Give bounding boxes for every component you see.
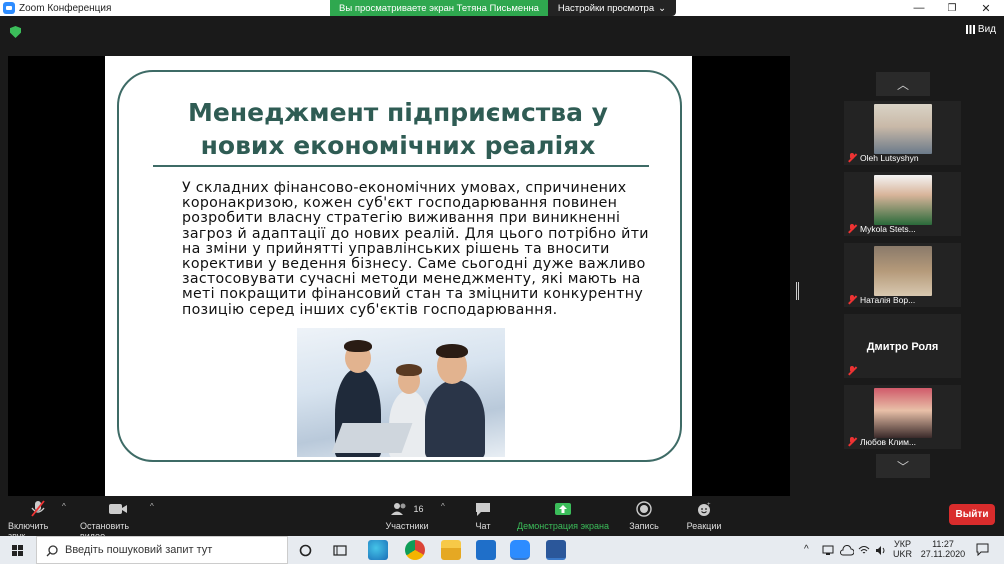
volume-icon[interactable] xyxy=(875,545,887,556)
scroll-down-button[interactable]: ﹀ xyxy=(876,454,930,478)
video-options-caret[interactable]: ^ xyxy=(150,502,154,511)
file-explorer-icon[interactable] xyxy=(441,540,461,560)
participant-tile[interactable]: Mykola Stets... xyxy=(844,172,961,236)
share-screen-button[interactable]: Демонстрация экрана xyxy=(516,500,610,531)
panel-resize-handle[interactable] xyxy=(796,282,799,300)
mic-muted-icon xyxy=(848,366,857,375)
task-view-icon[interactable] xyxy=(333,544,347,557)
participant-tile[interactable]: Любов Клим... xyxy=(844,385,961,449)
zoom-logo-icon xyxy=(3,2,15,14)
clock-date: 27.11.2020 xyxy=(920,549,966,559)
word-icon[interactable] xyxy=(546,540,566,560)
participant-photo xyxy=(874,104,932,154)
chrome-icon[interactable] xyxy=(405,540,425,560)
participant-tile[interactable]: Наталія Вор... xyxy=(844,243,961,307)
participants-button[interactable]: 16 Участники xyxy=(384,500,430,531)
mic-muted-icon xyxy=(848,153,857,162)
business-people-photo xyxy=(297,328,505,457)
store-icon[interactable] xyxy=(476,540,496,560)
zoom-window: Zoom Конференция Вы просматриваете экран… xyxy=(0,0,1004,564)
meeting-toolbar: Включить звук ^ Остановить видео ^ 16 Уч… xyxy=(0,496,1004,541)
audio-options-caret[interactable]: ^ xyxy=(62,502,66,511)
network-tray-icon[interactable] xyxy=(822,545,834,556)
smiley-icon: + xyxy=(696,500,712,518)
stop-video-button[interactable]: Остановить видео xyxy=(80,500,156,541)
edge-browser-icon[interactable] xyxy=(368,540,388,560)
participant-name: Дмитро Роля xyxy=(866,341,939,353)
unmute-button[interactable]: Включить звук xyxy=(8,500,68,541)
language-indicator[interactable]: УКР UKR xyxy=(893,539,912,559)
wifi-icon[interactable] xyxy=(858,545,870,556)
presentation-slide: Менеджмент підприємства у нових економіч… xyxy=(105,56,692,496)
chevron-up-icon: ︿ xyxy=(896,77,909,92)
chevron-down-icon: ﹀ xyxy=(896,459,909,474)
record-label: Запись xyxy=(629,521,659,531)
record-button[interactable]: Запись xyxy=(628,500,660,531)
chevron-down-icon: ⌄ xyxy=(658,2,667,14)
leave-meeting-button[interactable]: Выйти xyxy=(949,504,995,525)
windows-taskbar: Введіть пошуковий запит тут ^ УКР UKR 11… xyxy=(0,536,1004,564)
language-top: УКР xyxy=(894,539,911,549)
close-button[interactable]: ✕ xyxy=(969,0,1003,16)
screen-share-banner: Вы просматриваете экран Тетяна Письменна xyxy=(330,0,548,16)
video-camera-icon xyxy=(108,500,128,518)
view-mode-label: Вид xyxy=(977,24,996,35)
window-title: Zoom Конференция xyxy=(19,2,112,14)
participants-count: 16 xyxy=(413,504,424,514)
clock-time: 11:27 xyxy=(932,539,954,549)
participant-tile[interactable]: Oleh Lutsyshyn xyxy=(844,101,961,165)
slide-body-text: У складних фінансово-економічних умовах,… xyxy=(182,180,649,318)
chat-label: Чат xyxy=(475,521,491,531)
participants-label: Участники xyxy=(385,521,429,531)
windows-start-icon[interactable] xyxy=(12,545,23,556)
participant-name: Наталія Вор... xyxy=(860,295,916,305)
participant-name: Любов Клим... xyxy=(860,437,917,447)
participant-photo xyxy=(874,175,932,225)
mic-muted-icon xyxy=(848,295,857,304)
participant-photo xyxy=(874,246,932,296)
chat-bubble-icon xyxy=(475,500,491,518)
search-placeholder: Введіть пошуковий запит тут xyxy=(65,544,213,556)
participant-tile[interactable]: Дмитро Роля xyxy=(844,314,961,378)
share-screen-label: Демонстрация экрана xyxy=(517,521,609,531)
mic-muted-icon xyxy=(848,224,857,233)
view-options-button[interactable]: Настройки просмотра ⌄ xyxy=(548,0,676,16)
view-options-label: Настройки просмотра xyxy=(557,2,655,14)
tray-expand-icon[interactable]: ^ xyxy=(804,544,809,555)
chat-button[interactable]: Чат xyxy=(470,500,496,531)
search-icon xyxy=(46,545,58,557)
cloud-icon[interactable] xyxy=(840,545,854,556)
participants-icon: 16 xyxy=(390,500,424,518)
slide-title: Менеджмент підприємства у нових економіч… xyxy=(188,98,608,160)
zoom-taskbar-icon[interactable] xyxy=(510,540,530,560)
maximize-button[interactable]: ❐ xyxy=(935,0,969,16)
participant-photo xyxy=(874,388,932,438)
grid-icon xyxy=(965,25,975,34)
participants-options-caret[interactable]: ^ xyxy=(441,502,445,511)
participant-name: Mykola Stets... xyxy=(860,224,916,234)
security-shield-icon[interactable] xyxy=(10,26,21,38)
participant-name: Oleh Lutsyshyn xyxy=(860,153,919,163)
reactions-button[interactable]: + Реакции xyxy=(684,500,724,531)
title-divider xyxy=(153,165,649,167)
minimize-button[interactable]: — xyxy=(902,0,936,16)
mic-off-icon xyxy=(30,500,46,518)
record-icon xyxy=(636,500,652,518)
taskbar-search-box[interactable]: Введіть пошуковий запит тут xyxy=(36,536,288,564)
clock[interactable]: 11:27 27.11.2020 xyxy=(919,539,967,559)
mic-muted-icon xyxy=(848,437,857,446)
language-bottom: UKR xyxy=(893,549,913,559)
cortana-icon[interactable] xyxy=(299,544,312,557)
notifications-icon[interactable] xyxy=(976,543,989,556)
share-screen-icon xyxy=(554,500,572,518)
reactions-label: Реакции xyxy=(686,521,722,531)
svg-text:+: + xyxy=(707,502,711,508)
scroll-up-button[interactable]: ︿ xyxy=(876,72,930,96)
view-mode-button[interactable]: Вид xyxy=(965,24,996,35)
